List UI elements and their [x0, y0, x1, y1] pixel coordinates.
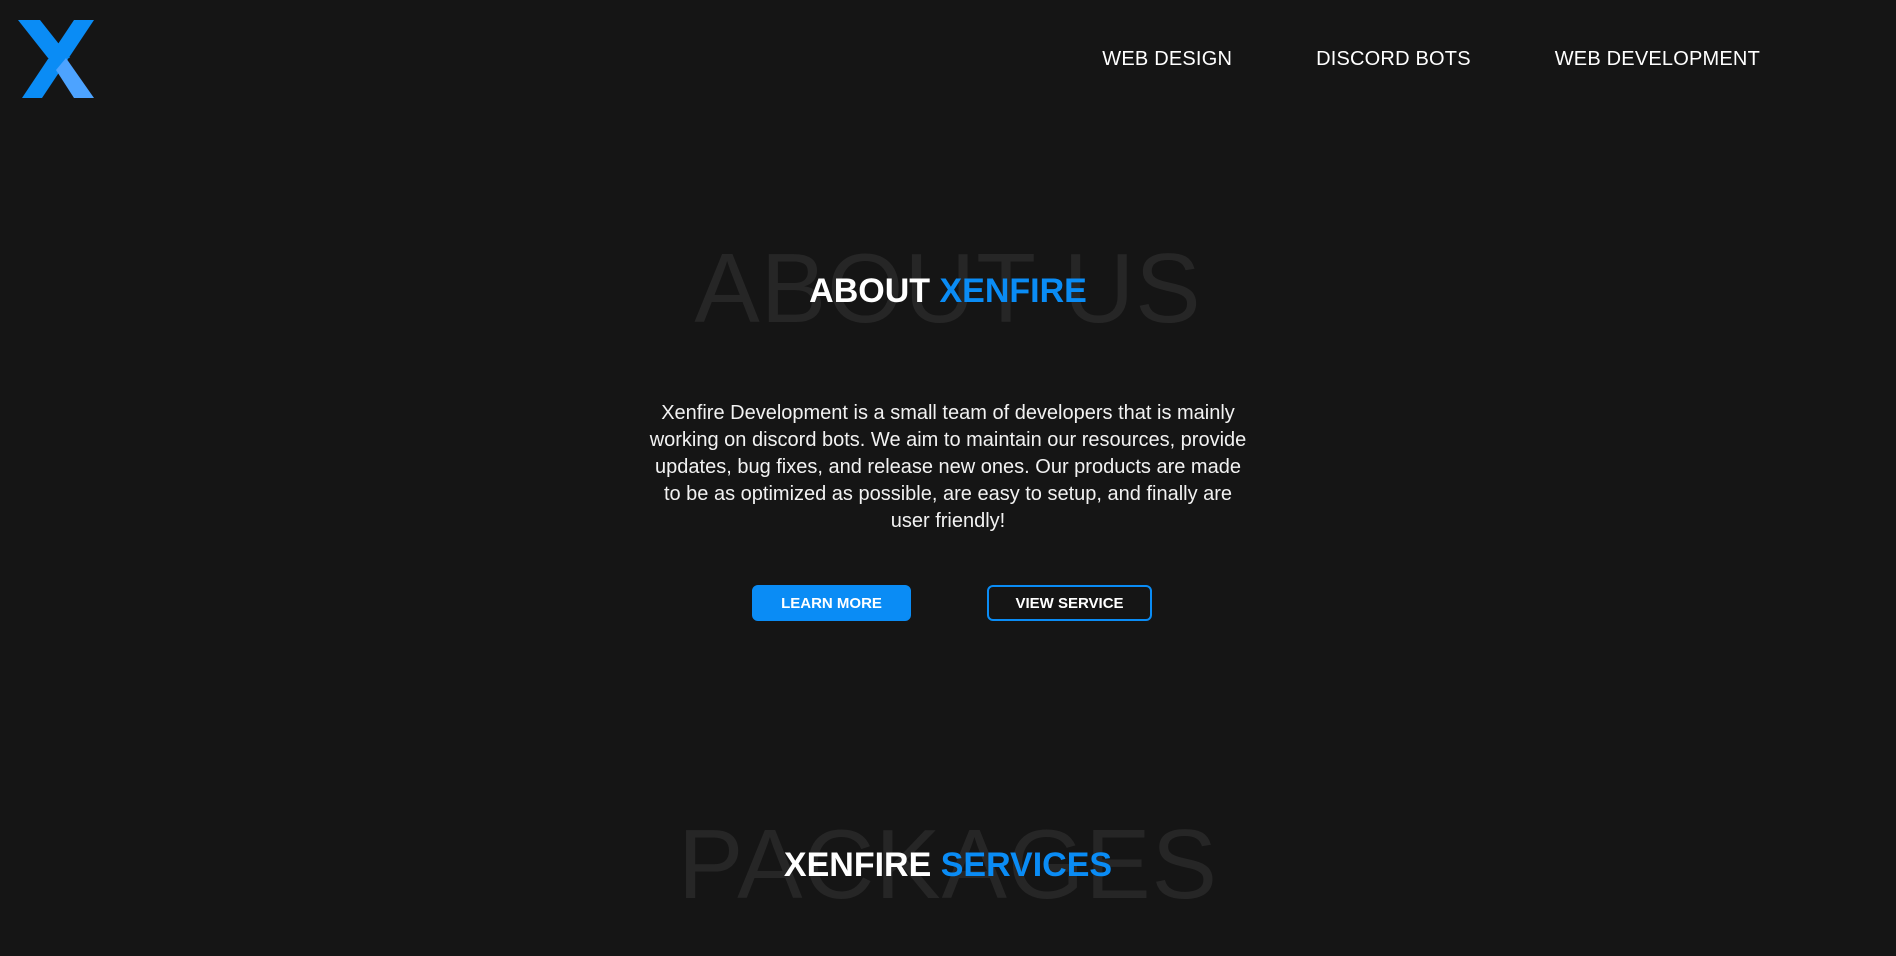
page: WEB DESIGN DISCORD BOTS WEB DEVELOPMENT …	[0, 0, 1896, 956]
learn-more-button[interactable]: LEARN MORE	[752, 585, 911, 621]
nav-discord-bots[interactable]: DISCORD BOTS	[1316, 48, 1471, 71]
about-title-accent: XENFIRE	[939, 272, 1087, 310]
about-actions: LEARN MORE VIEW SERVICE	[0, 585, 1896, 621]
xenfire-logo-icon[interactable]	[18, 20, 96, 98]
view-service-button[interactable]: VIEW SERVICE	[987, 585, 1152, 621]
about-description: Xenfire Development is a small team of d…	[649, 402, 1247, 532]
main-nav: WEB DESIGN DISCORD BOTS WEB DEVELOPMENT	[1102, 48, 1760, 71]
about-title-main: ABOUT	[809, 272, 931, 310]
packages-title: XENFIRE SERVICES	[0, 846, 1896, 885]
packages-title-accent: SERVICES	[940, 846, 1113, 884]
about-title: ABOUT XENFIRE	[0, 272, 1896, 311]
nav-web-development[interactable]: WEB DEVELOPMENT	[1555, 48, 1760, 71]
nav-web-design[interactable]: WEB DESIGN	[1102, 48, 1232, 71]
packages-title-main: XENFIRE	[783, 846, 932, 884]
